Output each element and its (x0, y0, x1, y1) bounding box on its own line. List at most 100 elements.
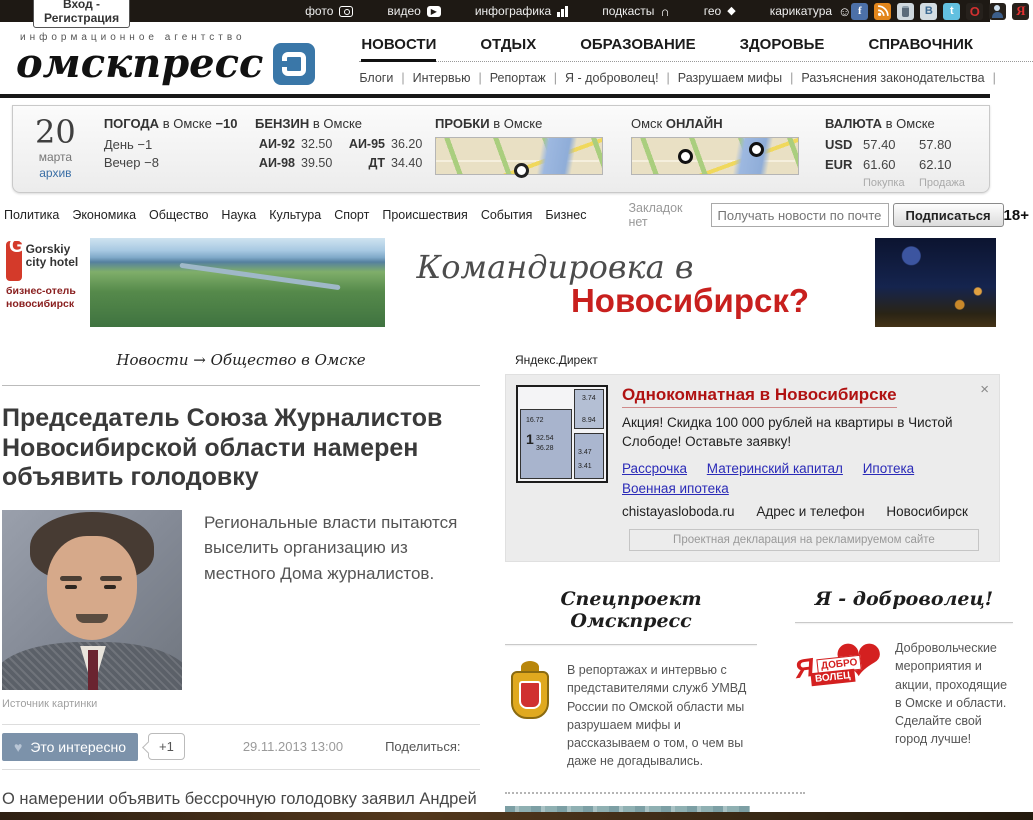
category-business[interactable]: Бизнес (545, 208, 586, 222)
menu-item-geo[interactable]: гео ◆ (704, 4, 736, 18)
separator: | (401, 71, 404, 85)
plus-one-button[interactable]: +1 (148, 733, 185, 760)
ad-link-mortgage[interactable]: Ипотека (863, 461, 914, 476)
ad-link-installment[interactable]: Рассрочка (622, 461, 687, 476)
menu-item-infographics[interactable]: инфографика (475, 4, 568, 18)
category-politics[interactable]: Политика (4, 208, 59, 222)
category-culture[interactable]: Культура (269, 208, 321, 222)
fuel-price: 36.20 (391, 137, 435, 151)
header-divider (0, 94, 990, 98)
opera-icon[interactable]: O (966, 3, 983, 20)
close-icon[interactable]: × (980, 381, 989, 398)
special-project-title[interactable]: Спецпроект Омскпресс (505, 588, 757, 632)
head-glyph-icon (994, 5, 1000, 11)
ad-declaration-button[interactable]: Проектная декларация на рекламируемом са… (629, 529, 978, 551)
rss-icon[interactable] (874, 3, 891, 20)
police-crest-icon[interactable] (505, 661, 555, 723)
plan-dim: 3.74 (582, 395, 596, 402)
category-events[interactable]: События (481, 208, 533, 222)
email-subscribe-input[interactable] (711, 203, 889, 227)
category-sport[interactable]: Спорт (334, 208, 369, 222)
article-social-row: ♥ Это интересно +1 29.11.2013 13:00 Поде… (2, 724, 480, 770)
currency-code: USD (825, 137, 863, 152)
profile-icon[interactable] (989, 3, 1006, 20)
breadcrumb-divider (2, 385, 480, 386)
subscribe-button[interactable]: Подписаться (893, 203, 1004, 227)
category-economy[interactable]: Экономика (72, 208, 136, 222)
menu-item-video[interactable]: видео ▶ (387, 4, 440, 18)
photo-caption[interactable]: Источник картинки (2, 698, 480, 710)
separator: | (993, 71, 996, 85)
archive-link[interactable]: архив (39, 166, 71, 180)
special-project-text: В репортажах и интервью с представителям… (567, 661, 757, 770)
weather-day: День −1 (104, 137, 255, 152)
category-incidents[interactable]: Происшествия (382, 208, 467, 222)
fuel-price: 32.50 (301, 137, 345, 151)
bar-chart-icon (557, 6, 568, 17)
floor-plan-image[interactable]: 3.74 16.72 8.94 1 32.54 36.28 3.47 3.41 (516, 385, 608, 483)
yandex-direct-label[interactable]: Яндекс.Директ (515, 353, 598, 367)
plan-dim: 3.47 (578, 449, 592, 456)
yandex-icon[interactable]: Я (1012, 3, 1029, 20)
hotel-banner-ad[interactable]: Gorskiy city hotel бизнес-отель новосиби… (0, 238, 996, 327)
menu-item-caricature[interactable]: карикатура ☺ (770, 4, 852, 18)
menu-item-label: карикатура (770, 4, 832, 18)
compass-icon: ◆ (727, 5, 735, 18)
subnav-law[interactable]: Разъяснения законодательства (801, 71, 984, 85)
subnav-reportage[interactable]: Репортаж (490, 71, 546, 85)
currency-block: ВАЛЮТА в Омске USD 57.40 57.80 EUR 61.60… (825, 116, 975, 184)
currency-buy: 57.40 (863, 137, 919, 152)
subnav-blogs[interactable]: Блоги (359, 71, 393, 85)
plan-dim: 16.72 (526, 417, 544, 424)
subnav-interview[interactable]: Интервью (413, 71, 471, 85)
webcams-map[interactable] (631, 137, 799, 175)
fuel-grade: АИ-92 (255, 137, 301, 151)
breadcrumb[interactable]: Новости → Общество в Омске (2, 351, 480, 369)
site-logo[interactable]: информационное агентство омскпресс (16, 32, 315, 85)
facebook-icon[interactable]: f (851, 3, 868, 20)
volunteer-block: Я - доброволец! ❤ Я ДОБРО ВОЛЕЦ Добровол… (795, 588, 1013, 770)
tab-directory[interactable]: СПРАВОЧНИК (868, 36, 973, 53)
weather-block: ПОГОДА в Омске −10 День −1 Вечер −8 (104, 116, 255, 184)
currency-code: EUR (825, 157, 863, 172)
tab-news[interactable]: НОВОСТИ (361, 36, 436, 62)
ad-title-link[interactable]: Однокомнатная в Новосибирске (622, 385, 897, 408)
banner-night-city-image (875, 238, 996, 327)
category-society[interactable]: Общество (149, 208, 208, 222)
rss-waves-icon (877, 5, 889, 17)
ad-link-maternity[interactable]: Материнский капитал (707, 461, 843, 476)
online-title: ОНЛАЙН (666, 116, 723, 131)
main-content: Новости → Общество в Омске Председатель … (0, 351, 1033, 820)
subnav-volunteer[interactable]: Я - доброволец! (565, 71, 659, 85)
heart-icon: ♥ (14, 739, 22, 755)
volunteer-title[interactable]: Я - доброволец! (795, 588, 1013, 610)
login-register-button[interactable]: Вход - Регистрация (33, 0, 130, 28)
vkontakte-icon[interactable]: В (920, 3, 937, 20)
play-icon: ▶ (427, 6, 441, 17)
smiley-icon: ☺ (838, 5, 851, 18)
volunteer-logo-icon[interactable]: ❤ Я ДОБРО ВОЛЕЦ (795, 639, 883, 703)
buy-label: Покупка (863, 177, 919, 189)
ad-domain[interactable]: chistayasloboda.ru (622, 504, 735, 519)
like-button[interactable]: ♥ Это интересно (2, 733, 138, 761)
menu-item-photo[interactable]: фото (305, 4, 353, 18)
tab-health[interactable]: ЗДОРОВЬЕ (740, 36, 825, 53)
tab-education[interactable]: ОБРАЗОВАНИЕ (580, 36, 695, 53)
ad-link-military-mortgage[interactable]: Военная ипотека (622, 481, 729, 496)
menu-item-podcasts[interactable]: подкасты ∩ (602, 4, 670, 18)
body-glyph-icon (992, 12, 1003, 18)
bottom-banner-strip (0, 812, 1033, 820)
subnav-myths[interactable]: Разрушаем мифы (678, 71, 782, 85)
mobile-icon[interactable] (897, 3, 914, 20)
fuel-grade: АИ-95 (345, 137, 391, 151)
separator: | (479, 71, 482, 85)
like-label: Это интересно (30, 739, 126, 755)
twitter-icon[interactable]: t (943, 3, 960, 20)
tab-leisure[interactable]: ОТДЫХ (480, 36, 536, 53)
traffic-map[interactable] (435, 137, 603, 175)
divider (505, 644, 757, 645)
category-science[interactable]: Наука (221, 208, 256, 222)
separator: | (554, 71, 557, 85)
weather-evening: Вечер −8 (104, 155, 255, 170)
ad-address-link[interactable]: Адрес и телефон (756, 504, 864, 519)
